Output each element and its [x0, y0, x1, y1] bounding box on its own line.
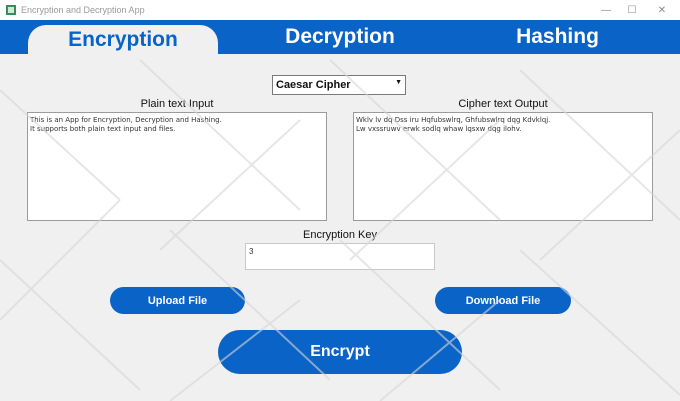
window-title: Encryption and Decryption App — [21, 5, 145, 15]
tab-hashing[interactable]: Hashing — [480, 20, 635, 54]
cipher-text-label: Cipher text Output — [458, 98, 548, 110]
tab-encryption[interactable]: Encryption — [28, 25, 218, 54]
encryption-key-label: Encryption Key — [303, 229, 377, 241]
plain-text-input[interactable]: This is an App for Encryption, Decryptio… — [27, 112, 327, 221]
cipher-select[interactable]: Caesar Cipher ▼ — [272, 75, 406, 95]
download-file-button[interactable]: Download File — [435, 287, 571, 314]
upload-file-button[interactable]: Upload File — [110, 287, 245, 314]
plain-text-label: Plain text Input — [140, 98, 214, 110]
dropdown-arrow-icon: ▼ — [395, 79, 402, 86]
tab-decryption[interactable]: Decryption — [250, 20, 430, 54]
close-button[interactable]: ✕ — [648, 0, 676, 20]
encrypt-button[interactable]: Encrypt — [218, 330, 462, 374]
title-bar: Encryption and Decryption App — ☐ ✕ — [0, 0, 680, 20]
app-icon — [6, 5, 16, 15]
cipher-text-output[interactable]: Wklv lv dq Dss iru Hqfubswlrq, Ghfubswlr… — [353, 112, 653, 221]
encryption-key-input[interactable]: 3 — [245, 243, 435, 270]
minimize-button[interactable]: — — [592, 0, 620, 20]
cipher-select-value: Caesar Cipher — [276, 79, 351, 91]
maximize-button[interactable]: ☐ — [618, 0, 646, 20]
tab-bar: Encryption Decryption Hashing — [0, 20, 680, 54]
